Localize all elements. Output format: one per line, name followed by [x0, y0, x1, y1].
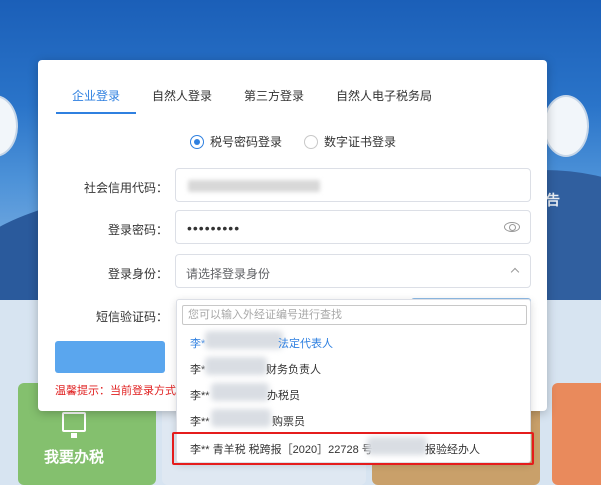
- identity-select[interactable]: 请选择登录身份: [175, 254, 531, 288]
- login-tabs: 企业登录 自然人登录 第三方登录 自然人电子税务局: [56, 78, 448, 114]
- identity-option[interactable]: 李* 财务负责人: [177, 354, 530, 380]
- announcement-label: 告: [546, 192, 560, 208]
- dropdown-search-input[interactable]: 您可以输入外经证编号进行查找: [182, 305, 527, 325]
- redacted-value: [211, 409, 271, 427]
- identity-option[interactable]: 李** 办税员: [177, 380, 530, 406]
- option-name: 李*: [190, 338, 206, 350]
- highlight-box: [172, 432, 534, 465]
- radio-unselected-icon[interactable]: [304, 134, 319, 149]
- password-label: 登录密码：: [107, 223, 168, 237]
- background-circle-button[interactable]: [543, 95, 589, 157]
- tab-individual-e-tax-bureau[interactable]: 自然人电子税务局: [320, 78, 448, 114]
- password-input[interactable]: •••••••••: [175, 210, 531, 244]
- warm-tip: 温馨提示：当前登录方式: [55, 385, 176, 397]
- radio-tax-id-password[interactable]: 税号密码登录: [190, 133, 282, 150]
- tab-individual-login[interactable]: 自然人登录: [136, 78, 228, 114]
- redacted-value: [211, 383, 269, 401]
- tab-third-party-login[interactable]: 第三方登录: [228, 78, 320, 114]
- credit-code-label: 社会信用代码：: [83, 181, 168, 195]
- monitor-icon: [62, 412, 86, 438]
- identity-label: 登录身份：: [107, 267, 168, 281]
- option-role: 法定代表人: [278, 338, 333, 350]
- eye-icon[interactable]: [504, 222, 520, 232]
- radio-label: 数字证书登录: [324, 135, 397, 149]
- radio-selected-icon[interactable]: [190, 134, 204, 149]
- chevron-up-icon: [510, 267, 520, 277]
- option-role: 购票员: [272, 416, 305, 428]
- login-button[interactable]: [55, 341, 165, 373]
- option-role: 办税员: [267, 390, 300, 402]
- redacted-value: [205, 331, 283, 349]
- tab-enterprise-login[interactable]: 企业登录: [56, 78, 137, 114]
- login-mode-radios: 税号密码登录 数字证书登录: [190, 133, 418, 150]
- tax-service-tile-label: 我要办税: [44, 449, 105, 466]
- redacted-value: [188, 180, 320, 192]
- credit-code-input[interactable]: [175, 168, 531, 202]
- option-role: 财务负责人: [266, 364, 321, 376]
- option-name: 李*: [190, 364, 206, 376]
- option-name: 李**: [190, 416, 210, 428]
- identity-option[interactable]: 李* 法定代表人: [177, 328, 530, 354]
- identity-placeholder: 请选择登录身份: [186, 267, 271, 281]
- radio-label: 税号密码登录: [210, 135, 283, 149]
- identity-option[interactable]: 李** 购票员: [177, 406, 530, 432]
- option-name: 李**: [190, 390, 210, 402]
- redacted-value: [205, 357, 267, 375]
- sms-code-label: 短信验证码：: [95, 310, 168, 324]
- service-tile[interactable]: [552, 383, 601, 485]
- password-value: •••••••••: [187, 220, 241, 236]
- radio-digital-certificate[interactable]: 数字证书登录: [304, 133, 396, 150]
